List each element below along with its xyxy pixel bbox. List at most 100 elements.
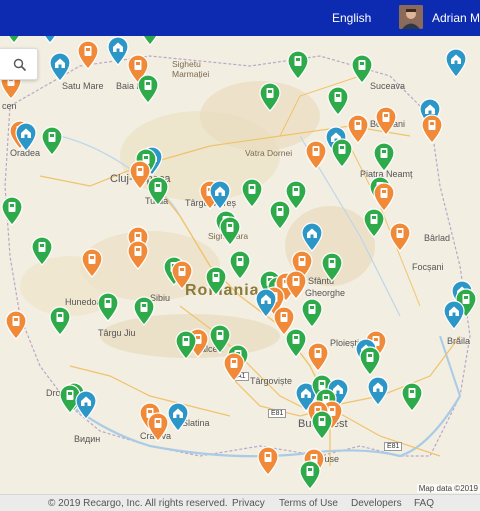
- station-pin-green[interactable]: [175, 330, 197, 360]
- station-pin-orange[interactable]: [285, 270, 307, 300]
- station-pin-orange[interactable]: [375, 106, 397, 136]
- charging-station-icon: [147, 176, 169, 206]
- station-pin-orange[interactable]: [171, 260, 193, 290]
- footer-privacy-link[interactable]: Privacy: [232, 498, 265, 509]
- station-pin-green[interactable]: [301, 298, 323, 328]
- station-pin-orange[interactable]: [5, 310, 27, 340]
- station-pin-home[interactable]: [49, 52, 71, 82]
- station-pin-green[interactable]: [219, 216, 241, 246]
- charging-station-icon: [359, 346, 381, 376]
- station-pin-green[interactable]: [351, 54, 373, 84]
- station-pin-green[interactable]: [147, 176, 169, 206]
- station-pin-green[interactable]: [31, 236, 53, 266]
- label-vidin: Видин: [74, 434, 101, 444]
- charging-station-icon: [223, 352, 245, 382]
- station-pin-green[interactable]: [41, 126, 63, 156]
- search-button[interactable]: [0, 48, 38, 80]
- station-pin-orange[interactable]: [81, 248, 103, 278]
- charging-station-icon: [205, 266, 227, 296]
- footer: © 2019 Recargo, Inc. All rights reserved…: [0, 494, 480, 511]
- label-suceava: Suceava: [370, 81, 406, 91]
- station-pin-orange[interactable]: [77, 40, 99, 70]
- home-icon: [49, 52, 71, 82]
- map-canvas[interactable]: Satu Mare Baia Mare Sighetu Marmației Su…: [0, 36, 480, 494]
- station-pin-green[interactable]: [1, 196, 23, 226]
- station-pin-home[interactable]: [445, 48, 467, 78]
- avatar[interactable]: [399, 5, 423, 29]
- search-icon: [13, 58, 27, 72]
- station-pin-green[interactable]: [229, 250, 251, 280]
- charging-station-icon: [321, 252, 343, 282]
- home-icon: [43, 36, 57, 44]
- station-pin-green[interactable]: [205, 266, 227, 296]
- charging-station-icon: [5, 310, 27, 340]
- station-pin-green[interactable]: [241, 178, 263, 208]
- station-pin-home[interactable]: [443, 300, 465, 330]
- label-focsani: Focșani: [412, 262, 444, 272]
- charging-station-icon: [81, 248, 103, 278]
- station-pin-green[interactable]: [3, 36, 25, 44]
- station-pin-green[interactable]: [363, 208, 385, 238]
- station-pin-home[interactable]: [15, 122, 37, 152]
- station-pin-green[interactable]: [299, 460, 321, 490]
- station-pin-green[interactable]: [311, 410, 333, 440]
- charging-station-icon: [133, 296, 155, 326]
- charging-station-icon: [351, 54, 373, 84]
- footer-faq-link[interactable]: FAQ: [414, 498, 434, 509]
- station-pin-home[interactable]: [367, 376, 389, 406]
- station-pin-green[interactable]: [269, 200, 291, 230]
- station-pin-green[interactable]: [321, 252, 343, 282]
- user-name[interactable]: Adrian Mit: [432, 11, 480, 25]
- station-pin-orange[interactable]: [127, 240, 149, 270]
- charging-station-icon: [77, 40, 99, 70]
- station-pin-green[interactable]: [259, 82, 281, 112]
- charging-station-icon: [142, 36, 158, 46]
- station-pin-green[interactable]: [49, 306, 71, 336]
- station-pin-orange[interactable]: [223, 352, 245, 382]
- charging-station-icon: [305, 140, 327, 170]
- station-pin-green[interactable]: [139, 36, 161, 46]
- charging-station-icon: [327, 86, 349, 116]
- charging-station-icon: [285, 328, 307, 358]
- station-pin-green[interactable]: [137, 74, 159, 104]
- station-pin-green[interactable]: [285, 328, 307, 358]
- home-icon: [15, 122, 37, 152]
- station-pin-home[interactable]: [209, 180, 231, 210]
- station-pin-green[interactable]: [133, 296, 155, 326]
- station-pin-green[interactable]: [331, 138, 353, 168]
- footer-terms-link[interactable]: Terms of Use: [279, 498, 338, 509]
- station-pin-orange[interactable]: [389, 222, 411, 252]
- label-cen: cen: [2, 101, 17, 111]
- charging-station-icon: [175, 330, 197, 360]
- station-pin-orange[interactable]: [305, 140, 327, 170]
- home-icon: [75, 390, 97, 420]
- footer-copyright: © 2019 Recargo, Inc. All rights reserved…: [48, 498, 228, 509]
- home-icon: [445, 48, 467, 78]
- avatar-photo-icon: [399, 5, 423, 29]
- station-pin-green[interactable]: [359, 346, 381, 376]
- station-pin-green[interactable]: [327, 86, 349, 116]
- language-selector[interactable]: English: [332, 11, 371, 25]
- station-pin-orange[interactable]: [307, 342, 329, 372]
- station-pin-home[interactable]: [75, 390, 97, 420]
- charging-station-icon: [301, 298, 323, 328]
- station-pin-green[interactable]: [287, 50, 309, 80]
- charging-station-icon: [257, 446, 279, 476]
- station-pin-home[interactable]: [39, 36, 61, 44]
- charging-station-icon: [1, 196, 23, 226]
- charging-station-icon: [137, 74, 159, 104]
- station-pin-green[interactable]: [373, 142, 395, 172]
- station-pin-green[interactable]: [97, 292, 119, 322]
- station-pin-orange[interactable]: [257, 446, 279, 476]
- station-pin-orange[interactable]: [147, 412, 169, 442]
- charging-station-icon: [363, 208, 385, 238]
- station-pin-home[interactable]: [167, 402, 189, 432]
- charging-station-icon: [229, 250, 251, 280]
- station-pin-orange[interactable]: [421, 114, 443, 144]
- station-pin-home[interactable]: [107, 36, 129, 66]
- road-shield-e81-east: E81: [384, 442, 403, 451]
- app-root: English Adrian Mit: [0, 0, 480, 511]
- footer-developers-link[interactable]: Developers: [351, 498, 402, 509]
- station-pin-home[interactable]: [301, 222, 323, 252]
- station-pin-green[interactable]: [401, 382, 423, 412]
